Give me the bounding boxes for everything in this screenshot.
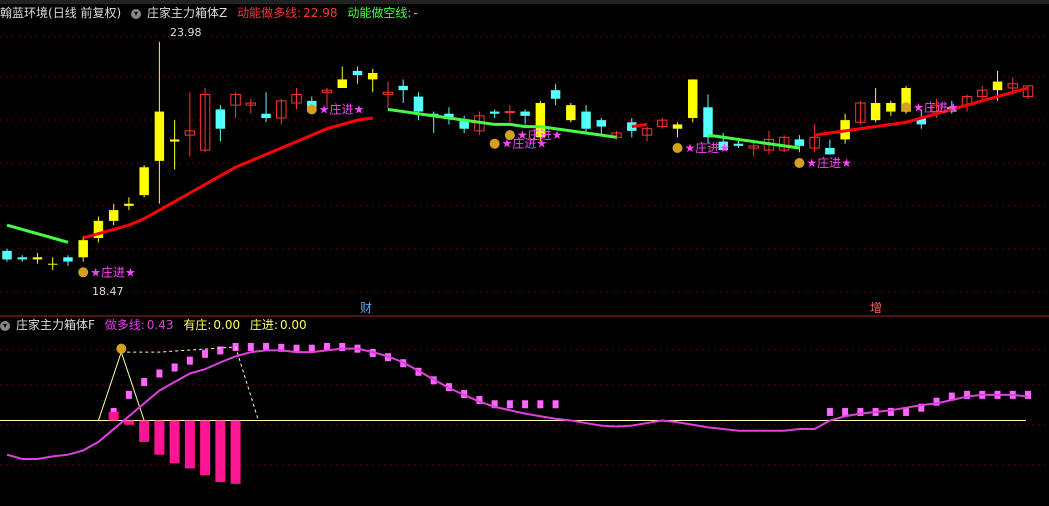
osc-neg-bar <box>123 420 134 425</box>
signal-label: ★庄进★ <box>685 140 731 155</box>
money-bag-icon <box>901 102 912 113</box>
osc-neg-bar <box>154 420 165 455</box>
signal-label: ★庄进★ <box>319 101 365 116</box>
high-price-label: 23.98 <box>170 26 202 39</box>
osc-neg-bar <box>230 420 241 484</box>
increase-marker[interactable]: 增 <box>870 301 882 315</box>
finance-marker[interactable]: 财 <box>360 301 372 315</box>
osc-neg-bar <box>139 420 150 442</box>
candle-body <box>733 143 744 146</box>
osc-neg-bar <box>215 420 226 483</box>
candle-body <box>124 203 134 206</box>
osc-neg-bar <box>108 411 119 421</box>
candle-body <box>825 148 835 155</box>
candle-body <box>2 250 12 260</box>
candle-body <box>17 257 27 260</box>
candle-body <box>794 139 805 146</box>
long-line <box>631 122 648 129</box>
candle-body <box>215 109 226 129</box>
osc-pos-bar <box>171 363 178 372</box>
osc-neg-bar <box>169 420 180 464</box>
candle-body <box>352 70 363 76</box>
signal-label: ★庄进★ <box>90 264 136 279</box>
candle-body <box>78 240 88 258</box>
candle-body <box>154 111 165 161</box>
candles-group <box>2 41 1034 271</box>
osc-pos-bar <box>537 400 544 409</box>
osc-neg-bar <box>200 420 211 476</box>
candle-body <box>886 103 896 112</box>
osc-pos-bar <box>826 407 833 416</box>
candle-body <box>261 113 271 118</box>
candle-body <box>413 96 424 112</box>
low-price-label: 18.47 <box>92 285 124 298</box>
candle-body <box>504 111 516 114</box>
candle-body <box>520 111 530 116</box>
money-bag-icon <box>78 267 89 278</box>
osc-pos-bar <box>842 407 849 416</box>
candle-body <box>169 139 180 142</box>
signal-label: ★庄进★ <box>806 155 852 170</box>
osc-neg-bar <box>184 420 195 469</box>
osc-pos-bar <box>202 349 209 358</box>
candle-body <box>108 210 119 221</box>
candle-body <box>870 103 881 121</box>
signal-label: ★庄进★ <box>913 99 959 114</box>
candle-body <box>489 111 500 114</box>
money-bag-icon <box>672 143 683 153</box>
money-bag-icon <box>794 158 805 168</box>
candle-body <box>596 120 607 127</box>
osc-pos-bar <box>552 400 559 409</box>
candle-body <box>672 124 683 129</box>
candle-body <box>337 79 347 88</box>
oscillator-group <box>0 342 1031 484</box>
osc-pos-bar <box>522 400 529 409</box>
candle-body <box>703 107 713 138</box>
candle-body <box>32 257 43 260</box>
osc-pos-bar <box>125 390 132 399</box>
osc-pos-bar <box>156 369 163 378</box>
candle-body <box>566 105 576 121</box>
candle-body <box>992 81 1003 91</box>
candle-body <box>581 111 591 129</box>
money-bag-icon <box>306 104 317 115</box>
candle-body <box>63 257 73 262</box>
osc-pos-bar <box>506 400 513 409</box>
money-bag-icon <box>116 343 127 354</box>
osc-pos-bar <box>141 378 148 387</box>
candle-body <box>47 263 58 265</box>
candle-body <box>550 90 561 99</box>
signal-label: ★庄进★ <box>517 127 563 142</box>
stock-chart[interactable]: ★庄进★★庄进★★庄进★★庄进★★庄进★★庄进★★庄进★ 23.98 18.47… <box>0 0 1049 506</box>
osc-pos-bar <box>247 342 254 351</box>
money-bag-icon <box>489 138 500 149</box>
short-line <box>6 223 69 244</box>
osc-pos-bar <box>186 356 193 365</box>
osc-pos-bar <box>1025 390 1031 399</box>
candle-body <box>368 73 378 80</box>
long-line <box>82 116 373 240</box>
candle-body <box>688 79 698 118</box>
candle-body <box>398 85 408 91</box>
money-bag-icon <box>504 130 515 141</box>
osc-pos-bar <box>903 407 910 416</box>
candle-body <box>139 167 149 196</box>
osc-pos-bar <box>217 346 224 355</box>
